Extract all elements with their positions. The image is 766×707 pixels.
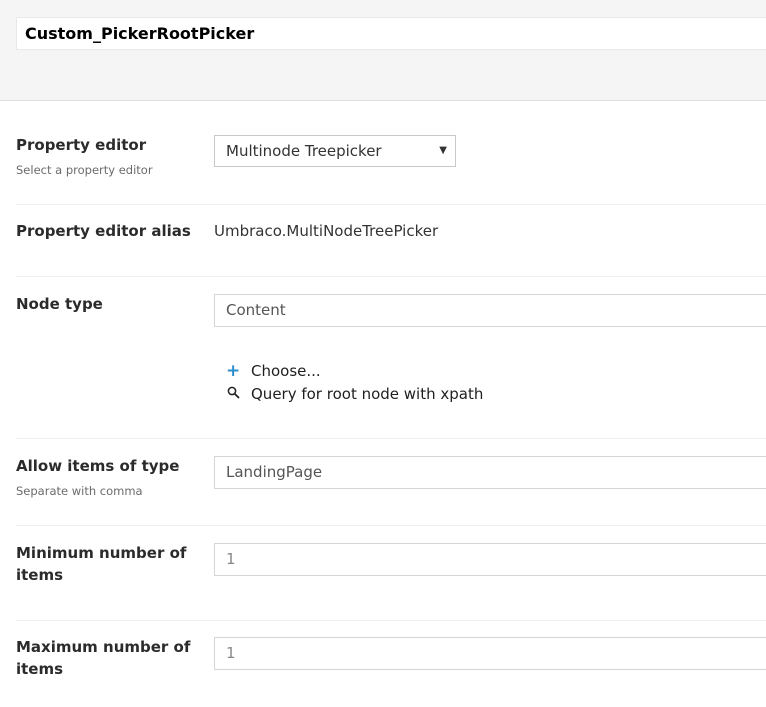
divider xyxy=(16,276,766,277)
caret-down-icon: ▼ xyxy=(439,145,447,156)
divider xyxy=(16,525,766,526)
maximum-items-label-line2: items xyxy=(16,660,64,678)
allow-items-label: Allow items of type xyxy=(16,457,180,475)
minimum-items-field[interactable]: 1 xyxy=(214,543,766,576)
plus-icon: + xyxy=(226,361,241,381)
divider xyxy=(16,620,766,621)
property-editor-alias-label: Property editor alias xyxy=(16,222,191,240)
property-editor-label: Property editor xyxy=(16,136,147,154)
node-type-field[interactable]: Content xyxy=(214,294,766,327)
property-editor-selected-value: Multinode Treepicker xyxy=(226,142,382,160)
allow-items-description: Separate with comma xyxy=(16,484,143,498)
maximum-items-label-line1: Maximum number of xyxy=(16,638,191,656)
maximum-items-field[interactable]: 1 xyxy=(214,637,766,670)
property-editor-select[interactable]: Multinode Treepicker ▼ xyxy=(214,135,456,167)
query-xpath-button[interactable]: Query for root node with xpath xyxy=(226,383,483,405)
datatype-name-input[interactable]: Custom_PickerRootPicker xyxy=(16,17,766,50)
choose-button[interactable]: + Choose... xyxy=(226,360,321,382)
search-icon xyxy=(226,383,240,405)
editor-header: Custom_PickerRootPicker xyxy=(0,0,766,101)
query-xpath-label: Query for root node with xpath xyxy=(251,385,484,403)
node-type-label: Node type xyxy=(16,295,103,313)
divider xyxy=(16,438,766,439)
minimum-items-label-line1: Minimum number of xyxy=(16,544,187,562)
allow-items-field[interactable]: LandingPage xyxy=(214,456,766,489)
property-editor-alias-value: Umbraco.MultiNodeTreePicker xyxy=(214,222,439,240)
property-editor-description: Select a property editor xyxy=(16,163,153,177)
choose-label: Choose... xyxy=(251,362,321,380)
minimum-items-label-line2: items xyxy=(16,566,64,584)
divider xyxy=(16,204,766,205)
